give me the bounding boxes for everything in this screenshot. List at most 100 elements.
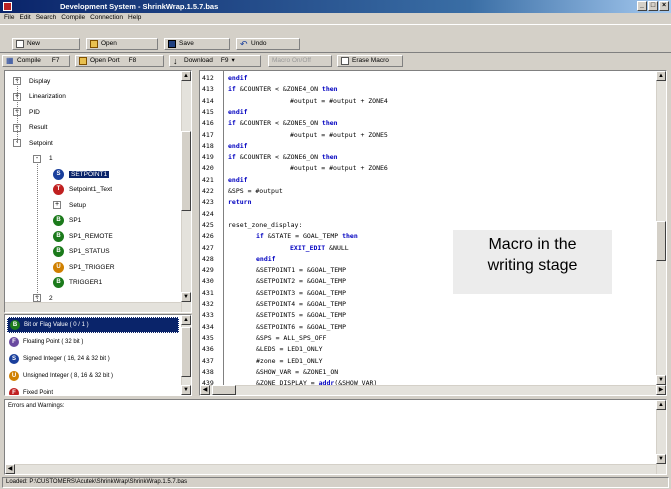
code-line[interactable]: &SETPOINT2 = &GOAL_TEMP <box>256 277 346 285</box>
code-line[interactable]: if &COUNTER < &ZONE6_ON then <box>228 153 338 161</box>
scroll-up-icon[interactable]: ▲ <box>656 400 666 410</box>
type-item-label: Signed Integer ( 16, 24 & 32 bit ) <box>23 356 110 362</box>
tree-item-sp1[interactable]: B SP1 <box>53 214 81 228</box>
type-item-unsigned-integer-8-16-32-bit[interactable]: U Unsigned Integer ( 8, 16 & 32 bit ) <box>7 368 179 384</box>
code-line[interactable]: if &COUNTER < &ZONE4_ON then <box>228 85 338 93</box>
tree-item-linearization[interactable]: + Linearization <box>13 90 66 104</box>
code-line[interactable]: EXIT_EDIT &NULL <box>290 244 349 252</box>
menu-connection[interactable]: Connection <box>90 13 123 23</box>
compile-button[interactable]: ▦ Compile F7 <box>2 55 70 67</box>
new-button[interactable]: New <box>12 38 80 50</box>
code-line[interactable]: if &COUNTER < &ZONE5_ON then <box>228 119 338 127</box>
code-line[interactable]: if &STATE = GOAL_TEMP then <box>256 232 358 240</box>
scroll-down-icon[interactable]: ▼ <box>181 292 191 302</box>
tree-horizontal-scrollbar[interactable] <box>5 302 181 312</box>
variable-type-icon: B <box>53 277 64 288</box>
download-button[interactable]: ↓ Download F9 ▾ <box>169 55 261 67</box>
line-number: 426 <box>202 232 214 241</box>
type-item-bit-or-flag-value-0-1[interactable]: B Bit or Flag Value ( 0 / 1 ) <box>7 317 179 333</box>
code-line[interactable]: #output = #output + ZONE5 <box>290 131 388 139</box>
scroll-thumb[interactable] <box>656 221 666 261</box>
code-line[interactable]: endif <box>228 142 248 150</box>
tree-item-trigger1[interactable]: B TRIGGER1 <box>53 276 102 290</box>
open-port-button[interactable]: Open Port F8 <box>75 55 164 67</box>
code-line[interactable]: &SETPOINT3 = &GOAL_TEMP <box>256 289 346 297</box>
type-item-label: Unsigned Integer ( 8, 16 & 32 bit ) <box>23 373 114 379</box>
undo-button[interactable]: ↶ Undo <box>236 38 300 50</box>
code-text: &SETPOINT2 = &GOAL_TEMP <box>256 277 347 286</box>
close-icon[interactable]: × <box>659 1 669 11</box>
menu-help[interactable]: Help <box>128 13 141 23</box>
code-line[interactable]: #output = #output + ZONE6 <box>290 164 388 172</box>
code-line[interactable]: reset_zone_display: <box>228 221 302 229</box>
menu-compile[interactable]: Compile <box>61 13 85 23</box>
types-vertical-scrollbar[interactable]: ▲ ▼ <box>181 315 191 395</box>
save-button[interactable]: Save <box>164 38 230 50</box>
data-type-list[interactable]: B Bit or Flag Value ( 0 / 1 ) F Floating Po… <box>4 314 192 396</box>
scroll-down-icon[interactable]: ▼ <box>181 385 191 395</box>
undo-icon: ↶ <box>240 39 248 49</box>
menu-edit[interactable]: Edit <box>19 13 30 23</box>
tree-item-result[interactable]: + Result <box>13 121 47 135</box>
open-button[interactable]: Open <box>86 38 158 50</box>
tree-item-setpoint1[interactable]: S SETPOINT1 <box>53 167 110 181</box>
errors-panel[interactable]: Errors and Warnings: ◀ ▲ ▼ <box>4 399 667 475</box>
editor-horizontal-scrollbar[interactable]: ◀ ▶ <box>200 385 666 395</box>
tree-item-1[interactable]: -1 <box>33 152 53 166</box>
code-line[interactable]: #zone = LED1_ONLY <box>256 357 323 365</box>
code-line[interactable]: &SPS = #output <box>228 187 283 195</box>
code-line[interactable]: endif <box>228 176 248 184</box>
scroll-up-icon[interactable]: ▲ <box>181 71 191 81</box>
erase-macro-button[interactable]: Erase Macro <box>337 55 403 67</box>
scroll-up-icon[interactable]: ▲ <box>181 315 191 325</box>
type-item-signed-integer-16-24-32-bit[interactable]: S Signed Integer ( 16, 24 & 32 bit ) <box>7 351 179 367</box>
tree-item-setpoint[interactable]: - Setpoint <box>13 136 53 150</box>
menu-file[interactable]: File <box>4 13 14 23</box>
scroll-up-icon[interactable]: ▲ <box>656 71 666 81</box>
errors-horizontal-scrollbar[interactable]: ◀ <box>5 464 656 474</box>
scroll-thumb[interactable] <box>212 385 236 395</box>
code-line[interactable]: endif <box>228 74 248 82</box>
scroll-down-icon[interactable]: ▼ <box>656 454 666 464</box>
scroll-left-icon[interactable]: ◀ <box>5 464 15 474</box>
expand-icon[interactable]: + <box>53 201 61 209</box>
editor-vertical-scrollbar[interactable]: ▲ ▼ <box>656 71 666 385</box>
code-line[interactable]: return <box>228 198 251 206</box>
code-line[interactable]: &SETPOINT6 = &GOAL_TEMP <box>256 323 346 331</box>
scroll-thumb[interactable] <box>181 131 191 211</box>
code-line[interactable]: &SETPOINT4 = &GOAL_TEMP <box>256 300 346 308</box>
callout-line-1: Macro in the <box>488 236 577 253</box>
variable-type-icon: U <box>53 261 64 273</box>
maximize-icon[interactable]: □ <box>648 1 658 11</box>
minimize-icon[interactable]: _ <box>637 1 647 11</box>
code-line[interactable]: &LEDS = LED1_ONLY <box>256 345 323 353</box>
type-item-fixed-point[interactable]: F Fixed Point <box>7 385 179 395</box>
tree-item-sp1-remote[interactable]: B SP1_REMOTE <box>53 229 113 243</box>
scroll-left-icon[interactable]: ◀ <box>200 385 210 395</box>
errors-vertical-scrollbar[interactable]: ▲ ▼ <box>656 400 666 474</box>
tree-item-display[interactable]: + Display <box>13 74 50 88</box>
scroll-thumb[interactable] <box>181 327 191 377</box>
new-file-icon <box>16 40 24 48</box>
tree-body: + Display + Linearization + PID + Result - Setpoi… <box>5 71 181 302</box>
code-line[interactable]: endif <box>228 108 248 116</box>
macro-toggle-button[interactable]: Macro On/Off <box>268 55 332 67</box>
tree-item-setup[interactable]: + Setup <box>53 198 86 212</box>
code-area[interactable]: endif if &COUNTER < &ZONE4_ON then #output… <box>226 71 656 387</box>
code-line[interactable]: &SETPOINT1 = &GOAL_TEMP <box>256 266 346 274</box>
tree-item-sp1-trigger[interactable]: U SP1_TRIGGER <box>53 260 115 274</box>
tree-vertical-scrollbar[interactable]: ▲ ▼ <box>181 71 191 312</box>
code-line[interactable]: &SETPOINT5 = &GOAL_TEMP <box>256 311 346 319</box>
code-keyword: endif <box>228 107 248 116</box>
scroll-down-icon[interactable]: ▼ <box>656 375 666 385</box>
code-line[interactable]: #output = #output + ZONE4 <box>290 97 388 105</box>
code-line[interactable]: endif <box>256 255 276 263</box>
menu-search[interactable]: Search <box>36 13 57 23</box>
tree-item-sp1-status[interactable]: B SP1_STATUS <box>53 245 110 259</box>
code-line[interactable]: &SPS = ALL_SPS_OFF <box>256 334 326 342</box>
type-item-floating-point-32-bit[interactable]: F Floating Point ( 32 bit ) <box>7 334 179 350</box>
scroll-right-icon[interactable]: ▶ <box>656 385 666 395</box>
code-line[interactable]: &SHOW_VAR = &ZONE1_ON <box>256 368 338 376</box>
tree-item-setpoint1-text[interactable]: T Setpoint1_Text <box>53 183 112 197</box>
variable-tree[interactable]: + Display + Linearization + PID + Result - Setpoi… <box>4 70 192 313</box>
